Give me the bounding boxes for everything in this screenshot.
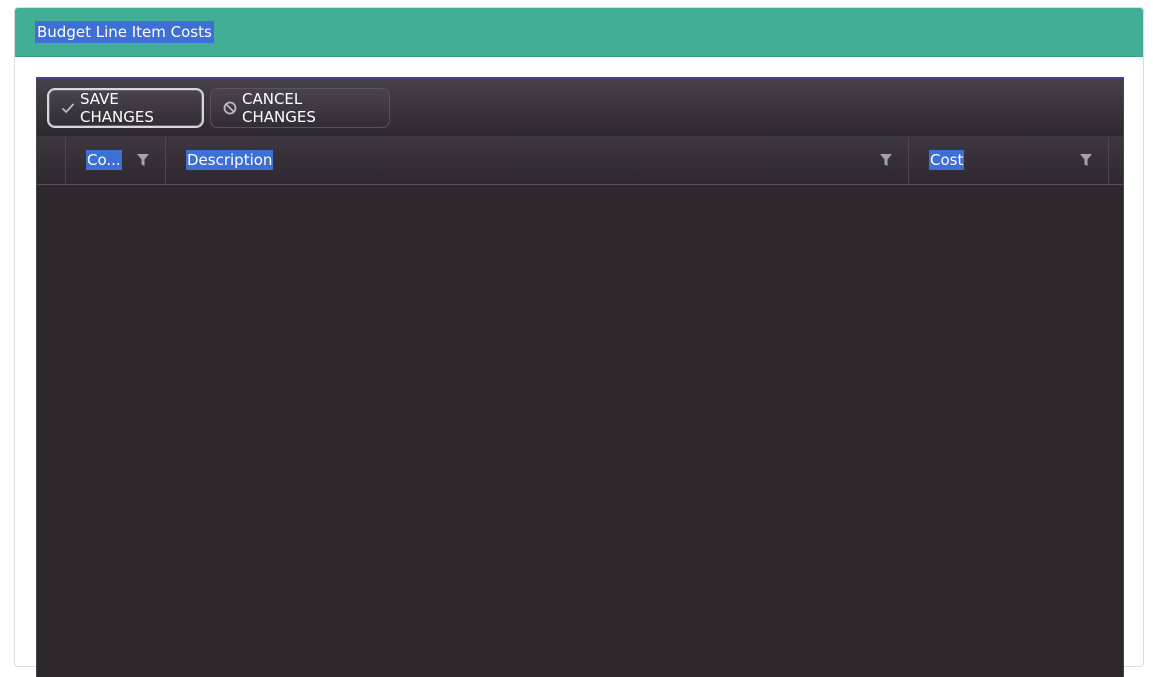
- data-grid: SAVE CHANGES CANCEL CHANGES Co... Descri…: [36, 77, 1124, 677]
- prohibit-icon: [223, 101, 237, 115]
- budget-panel: Budget Line Item Costs SAVE CHANGES CANC…: [14, 7, 1144, 677]
- column-header-cost-label: Cost: [929, 150, 965, 170]
- grid-header-row: Co... Description Cost: [37, 136, 1123, 185]
- panel-title: Budget Line Item Costs: [35, 21, 214, 43]
- checkmark-icon: [61, 103, 75, 114]
- panel-heading: Budget Line Item Costs: [15, 8, 1143, 57]
- column-header-description[interactable]: Description: [165, 136, 908, 184]
- column-header-cost[interactable]: Cost: [908, 136, 1108, 184]
- column-header-description-label: Description: [186, 150, 274, 170]
- grid-body[interactable]: [37, 185, 1123, 677]
- row-select-header[interactable]: [37, 136, 65, 184]
- grid-toolbar: SAVE CHANGES CANCEL CHANGES: [37, 79, 1123, 136]
- filter-icon[interactable]: [1079, 153, 1093, 167]
- column-header-code-label: Co...: [86, 150, 122, 170]
- filter-icon[interactable]: [136, 153, 150, 167]
- cancel-changes-button[interactable]: CANCEL CHANGES: [210, 88, 390, 128]
- save-changes-label: SAVE CHANGES: [80, 90, 154, 126]
- save-changes-button[interactable]: SAVE CHANGES: [47, 88, 204, 128]
- column-header-code[interactable]: Co...: [65, 136, 165, 184]
- header-scroll-spacer: [1108, 136, 1124, 184]
- filter-icon[interactable]: [879, 153, 893, 167]
- cancel-changes-label: CANCEL CHANGES: [242, 90, 316, 126]
